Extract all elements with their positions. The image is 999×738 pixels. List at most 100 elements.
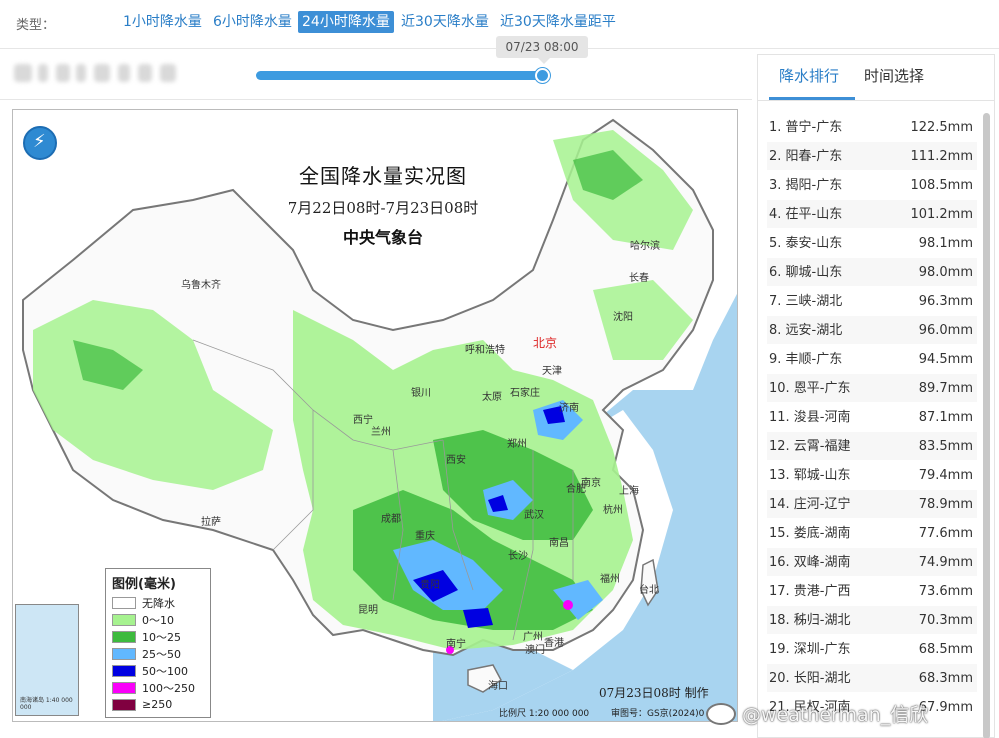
station-name: 4. 茌平-山东 — [769, 207, 843, 222]
tab-6h-precip[interactable]: 6小时降水量 — [209, 11, 296, 33]
list-item[interactable]: 6. 聊城-山东 98.0mm — [767, 258, 977, 287]
list-item[interactable]: 4. 茌平-山东 101.2mm — [767, 200, 977, 229]
city-label: 成都 — [381, 514, 401, 525]
map-legend: 图例(毫米) 无降水 0～10 10～25 25～50 50～100 100～2… — [105, 568, 211, 718]
list-item[interactable]: 8. 远安-湖北 96.0mm — [767, 316, 977, 345]
station-name: 18. 秭归-湖北 — [769, 613, 851, 628]
list-item[interactable]: 19. 深圳-广东 68.5mm — [767, 635, 977, 664]
city-label: 石家庄 — [510, 388, 540, 399]
timeline-tooltip: 07/23 08:00 — [496, 36, 588, 64]
city-label: 南宁 — [446, 639, 466, 650]
timeline-slider[interactable] — [256, 71, 544, 80]
city-label: 长春 — [629, 273, 649, 284]
city-label: 上海 — [619, 486, 639, 497]
station-name: 17. 贵港-广西 — [769, 584, 851, 599]
city-label: 沈阳 — [613, 312, 633, 323]
legend-item: 100～250 — [112, 679, 204, 696]
city-label: 太原 — [482, 392, 502, 403]
legend-item: 50～100 — [112, 662, 204, 679]
scrollbar-thumb[interactable] — [983, 113, 990, 738]
city-label: 银川 — [411, 388, 431, 399]
city-label: 哈尔滨 — [630, 241, 660, 252]
list-item[interactable]: 17. 贵港-广西 73.6mm — [767, 577, 977, 606]
city-label: 香港 — [544, 638, 564, 649]
tab-30d-anomaly[interactable]: 近30天降水量距平 — [496, 11, 620, 33]
station-name: 6. 聊城-山东 — [769, 265, 843, 280]
precip-value: 68.5mm — [918, 642, 973, 657]
station-name: 20. 长阳-湖北 — [769, 671, 851, 686]
south-china-sea-inset: 南海诸岛 1:40 000 000 — [15, 604, 79, 716]
precip-value: 98.1mm — [918, 236, 973, 251]
city-label: 澳门 — [525, 645, 545, 656]
list-item[interactable]: 9. 丰顺-广东 94.5mm — [767, 345, 977, 374]
precip-value: 108.5mm — [910, 178, 973, 193]
list-item[interactable]: 18. 秭归-湖北 70.3mm — [767, 606, 977, 635]
station-name: 16. 双峰-湖南 — [769, 555, 851, 570]
tab-30d-precip[interactable]: 近30天降水量 — [397, 11, 493, 33]
precip-value: 68.3mm — [918, 671, 973, 686]
station-name: 19. 深圳-广东 — [769, 642, 851, 657]
list-item[interactable]: 11. 浚县-河南 87.1mm — [767, 403, 977, 432]
divider — [0, 99, 752, 100]
list-item[interactable]: 5. 泰安-山东 98.1mm — [767, 229, 977, 258]
legend-title: 图例(毫米) — [112, 577, 176, 592]
timeline-handle[interactable] — [535, 68, 550, 83]
list-item[interactable]: 16. 双峰-湖南 74.9mm — [767, 548, 977, 577]
list-item[interactable]: 15. 娄底-湖南 77.6mm — [767, 519, 977, 548]
precip-value: 94.5mm — [918, 352, 973, 367]
tab-time-select[interactable]: 时间选择 — [864, 65, 924, 86]
list-item[interactable]: 2. 阳春-广东 111.2mm — [767, 142, 977, 171]
city-label: 西宁 — [353, 415, 373, 426]
precip-value: 70.3mm — [918, 613, 973, 628]
city-label: 福州 — [600, 574, 620, 585]
list-item[interactable]: 14. 庄河-辽宁 78.9mm — [767, 490, 977, 519]
station-name: 13. 郓城-山东 — [769, 468, 851, 483]
weibo-icon — [706, 703, 736, 725]
precipitation-map[interactable]: 全国降水量实况图 7月22日08时-7月23日08时 中央气象台 乌鲁木齐 拉萨… — [12, 109, 738, 722]
scrollbar[interactable] — [983, 113, 990, 738]
city-label: 郑州 — [507, 439, 527, 450]
legend-item: 0～10 — [112, 611, 204, 628]
list-item[interactable]: 3. 揭阳-广东 108.5mm — [767, 171, 977, 200]
station-name: 10. 恩平-广东 — [769, 381, 851, 396]
cma-logo-icon — [23, 126, 57, 160]
precip-value: 89.7mm — [918, 381, 973, 396]
map-title: 全国降水量实况图 — [299, 164, 467, 188]
list-item[interactable]: 20. 长阳-湖北 68.3mm — [767, 664, 977, 693]
city-label: 台北 — [639, 585, 659, 596]
city-label: 呼和浩特 — [465, 345, 505, 356]
map-approval-number: 审图号：GS京(2024)0 — [611, 709, 705, 719]
city-label-capital: 北京 — [533, 336, 558, 350]
legend-item: 10～25 — [112, 628, 204, 645]
list-item[interactable]: 1. 普宁-广东 122.5mm — [767, 113, 977, 142]
list-item[interactable]: 10. 恩平-广东 89.7mm — [767, 374, 977, 403]
precip-value: 74.9mm — [918, 555, 973, 570]
city-label: 海口 — [488, 681, 508, 692]
list-item[interactable]: 12. 云霄-福建 83.5mm — [767, 432, 977, 461]
station-name: 3. 揭阳-广东 — [769, 178, 843, 193]
city-label: 南京 — [581, 478, 601, 489]
city-label: 南昌 — [549, 538, 569, 549]
legend-item: 无降水 — [112, 594, 204, 611]
city-label: 拉萨 — [201, 517, 221, 528]
city-label: 长沙 — [508, 551, 528, 562]
station-name: 7. 三峡-湖北 — [769, 294, 843, 309]
station-name: 15. 娄底-湖南 — [769, 526, 851, 541]
precip-value: 101.2mm — [910, 207, 973, 222]
city-label: 重庆 — [415, 531, 435, 542]
divider — [758, 100, 994, 101]
type-label: 类型： — [16, 18, 56, 33]
tab-1h-precip[interactable]: 1小时降水量 — [119, 11, 206, 33]
station-name: 11. 浚县-河南 — [769, 410, 851, 425]
weibo-watermark: @weatherman_信欣 — [706, 700, 928, 727]
precip-value: 78.9mm — [918, 497, 973, 512]
precip-value: 98.0mm — [918, 265, 973, 280]
ranking-list[interactable]: 1. 普宁-广东 122.5mm 2. 阳春-广东 111.2mm 3. 揭阳-广东 10… — [767, 113, 977, 738]
city-label: 兰州 — [371, 427, 391, 438]
list-item[interactable]: 13. 郓城-山东 79.4mm — [767, 461, 977, 490]
tab-precip-ranking[interactable]: 降水排行 — [779, 65, 839, 86]
legend-item: 25～50 — [112, 645, 204, 662]
list-item[interactable]: 7. 三峡-湖北 96.3mm — [767, 287, 977, 316]
tab-24h-precip[interactable]: 24小时降水量 — [298, 11, 394, 33]
station-name: 12. 云霄-福建 — [769, 439, 851, 454]
